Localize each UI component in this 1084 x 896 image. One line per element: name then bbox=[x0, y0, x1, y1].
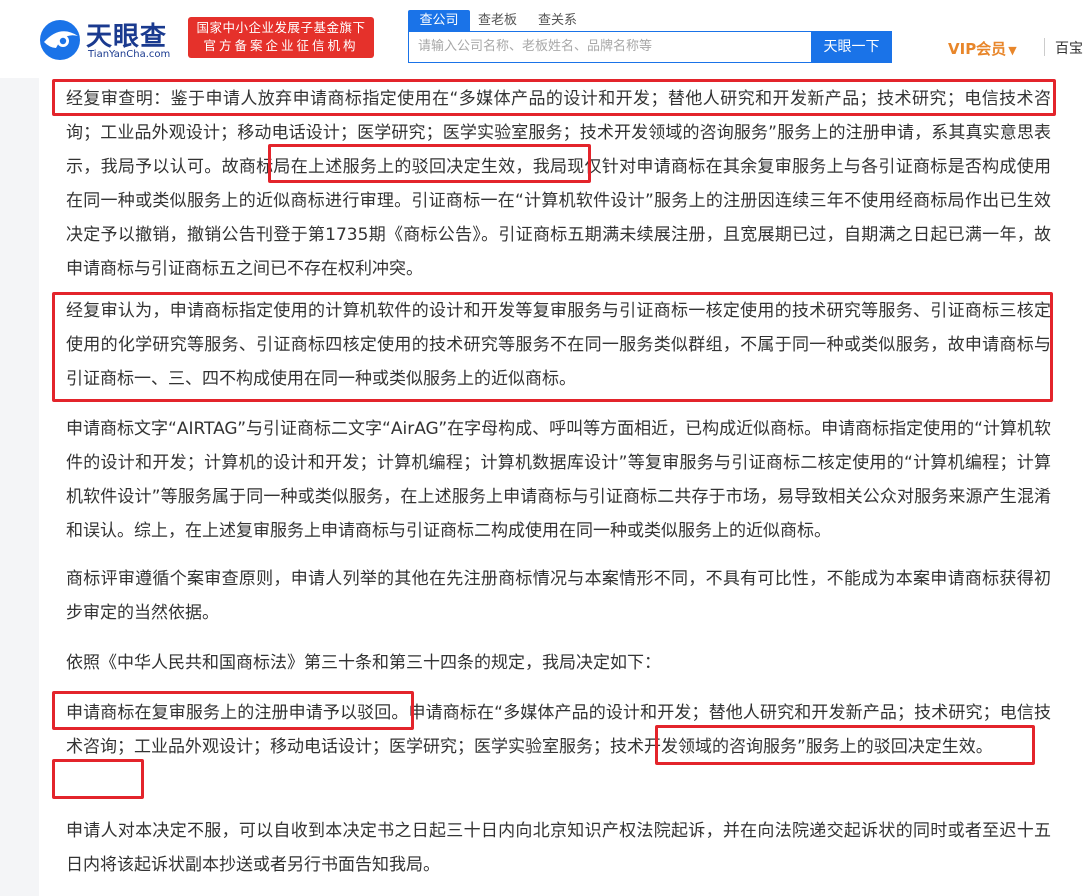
tab-relation[interactable]: 查关系 bbox=[538, 10, 577, 31]
tab-boss[interactable]: 查老板 bbox=[478, 10, 517, 31]
badge-line-1: 国家中小企业发展子基金旗下 bbox=[196, 20, 366, 35]
paragraph-appeal-notice: 申请人对本决定不服，可以自收到本决定书之日起三十日内向北京知识产权法院起诉，并在… bbox=[66, 821, 1051, 875]
official-badge: 国家中小企业发展子基金旗下 官方备案企业征信机构 bbox=[188, 17, 374, 58]
logo-text: 天眼查 bbox=[86, 22, 168, 52]
paragraph-review-opinion: 经复审认为，申请商标指定使用的计算机软件的设计和开发等复审服务与引证商标一核定使… bbox=[66, 301, 1051, 389]
vip-label: VIP会员 bbox=[948, 40, 1007, 58]
search-button[interactable]: 天眼一下 bbox=[811, 31, 892, 63]
header-divider bbox=[1044, 38, 1045, 56]
chevron-down-icon: ▼ bbox=[1008, 44, 1017, 57]
paragraph-decision: 申请商标在复审服务上的注册申请予以驳回。申请商标在“多媒体产品的设计和开发；替他… bbox=[66, 703, 1051, 757]
nav-link-more[interactable]: 百宝 bbox=[1055, 38, 1083, 58]
paragraph-legal-basis: 依照《中华人民共和国商标法》第三十条和第三十四条的规定，我局决定如下： bbox=[66, 653, 661, 673]
paragraph-review-findings: 经复审查明：鉴于申请人放弃申请商标指定使用在“多媒体产品的设计和开发；替他人研究… bbox=[66, 89, 1051, 279]
top-header: 天眼查 TianYanCha.com 国家中小企业发展子基金旗下 官方备案企业征… bbox=[0, 0, 1084, 78]
eye-logo-icon bbox=[40, 20, 80, 60]
badge-line-2: 官方备案企业征信机构 bbox=[203, 38, 359, 53]
article-content: 经复审查明：鉴于申请人放弃申请商标指定使用在“多媒体产品的设计和开发；替他人研究… bbox=[39, 78, 1084, 896]
tab-company[interactable]: 查公司 bbox=[408, 10, 470, 31]
site-logo[interactable]: 天眼查 TianYanCha.com bbox=[38, 16, 178, 62]
vip-member-link[interactable]: VIP会员 ▼ bbox=[948, 38, 1017, 59]
paragraph-mark-similarity: 申请商标文字“AIRTAG”与引证商标二文字“AirAG”在字母构成、呼叫等方面… bbox=[66, 419, 1051, 541]
search-box bbox=[408, 31, 811, 63]
highlight-box bbox=[52, 759, 144, 799]
paragraph-case-principle: 商标评审遵循个案审查原则，申请人列举的其他在先注册商标情况与本案情形不同，不具有… bbox=[66, 569, 1051, 623]
logo-domain: TianYanCha.com bbox=[88, 49, 171, 60]
search-input[interactable] bbox=[409, 32, 808, 60]
